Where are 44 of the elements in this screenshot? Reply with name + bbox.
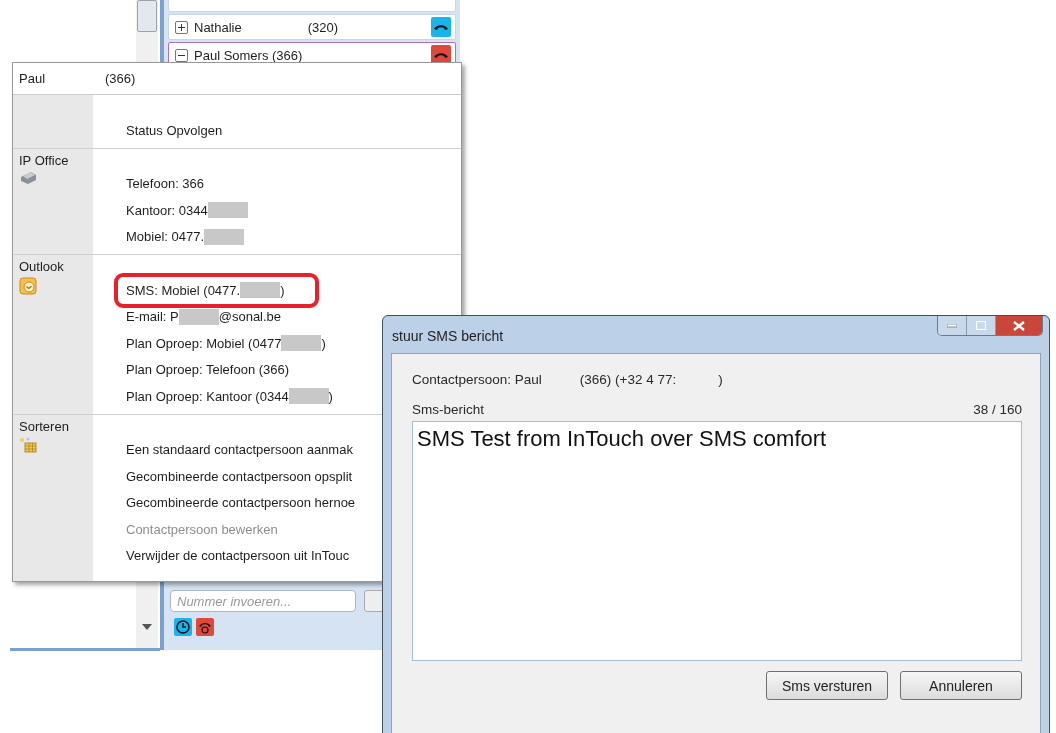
- section-label: Sorteren: [19, 418, 69, 434]
- menu-item[interactable]: Plan Oproep: Kantoor (0344 ): [126, 383, 337, 410]
- menu-item[interactable]: Een standaard contactpersoon aanmak: [126, 436, 357, 463]
- message-label: Sms-bericht: [412, 402, 484, 417]
- menu-item[interactable]: Plan Oproep: Telefoon (366): [126, 356, 294, 383]
- contact-extension: (320): [307, 19, 339, 35]
- scrollbar-thumb[interactable]: [137, 0, 157, 32]
- collapse-icon[interactable]: [175, 48, 188, 62]
- window-title: stuur SMS bericht: [392, 328, 504, 344]
- hang-up-icon[interactable]: [196, 618, 214, 636]
- expand-icon[interactable]: [175, 20, 188, 34]
- contact-name: Paul: [19, 71, 47, 86]
- contact-number: (366) (+32 4 77:: [579, 372, 677, 387]
- character-counter: 38 / 160: [973, 402, 1022, 417]
- minimize-icon: [947, 323, 957, 328]
- contact-label: Contactpersoon: Paul: [412, 372, 542, 387]
- grid-sparkle-icon: [19, 436, 37, 453]
- section-label: IP Office: [19, 152, 69, 168]
- menu-item[interactable]: Gecombineerde contactpersoon opsplit: [126, 463, 357, 490]
- maximize-button[interactable]: [967, 316, 996, 335]
- menu-item[interactable]: Kantoor: 0344: [126, 197, 252, 224]
- message-field[interactable]: SMS Test from InTouch over SMS comfort: [412, 421, 1022, 661]
- menu-item[interactable]: E-mail: P @sonal.be: [126, 303, 286, 330]
- dialog-button[interactable]: Annuleren: [900, 671, 1022, 700]
- section-label: Outlook: [19, 259, 64, 274]
- menu-item[interactable]: Gecombineerde contactpersoon hernoe: [126, 489, 360, 516]
- menu-item[interactable]: Mobiel: 0477.: [126, 223, 249, 250]
- contact-number-end: ): [718, 372, 723, 387]
- menu-item[interactable]: Plan Oproep: Mobiel (0477 ): [126, 330, 330, 357]
- contact-name: Paul Somers (366): [194, 47, 303, 63]
- scroll-down-icon[interactable]: [142, 624, 152, 630]
- close-button[interactable]: [996, 316, 1042, 335]
- maximize-icon: [976, 321, 986, 330]
- telephone-icon: [19, 170, 37, 185]
- menu-item[interactable]: SMS: Mobiel (0477. ): [126, 277, 289, 304]
- menu-item[interactable]: Telefoon: 366: [126, 170, 209, 197]
- number-input-field[interactable]: Nummer invoeren...: [170, 590, 356, 612]
- close-icon: [1013, 320, 1025, 331]
- dialog-button[interactable]: Sms versturen: [766, 671, 888, 700]
- contact-name: Nathalie: [194, 19, 242, 35]
- contact-extension: (366): [105, 71, 136, 86]
- menu-item[interactable]: Status Opvolgen: [126, 117, 227, 144]
- contact-row[interactable]: Nathalie (320): [168, 14, 456, 40]
- menu-item[interactable]: Verwijder de contactpersoon uit InTouc: [126, 542, 354, 569]
